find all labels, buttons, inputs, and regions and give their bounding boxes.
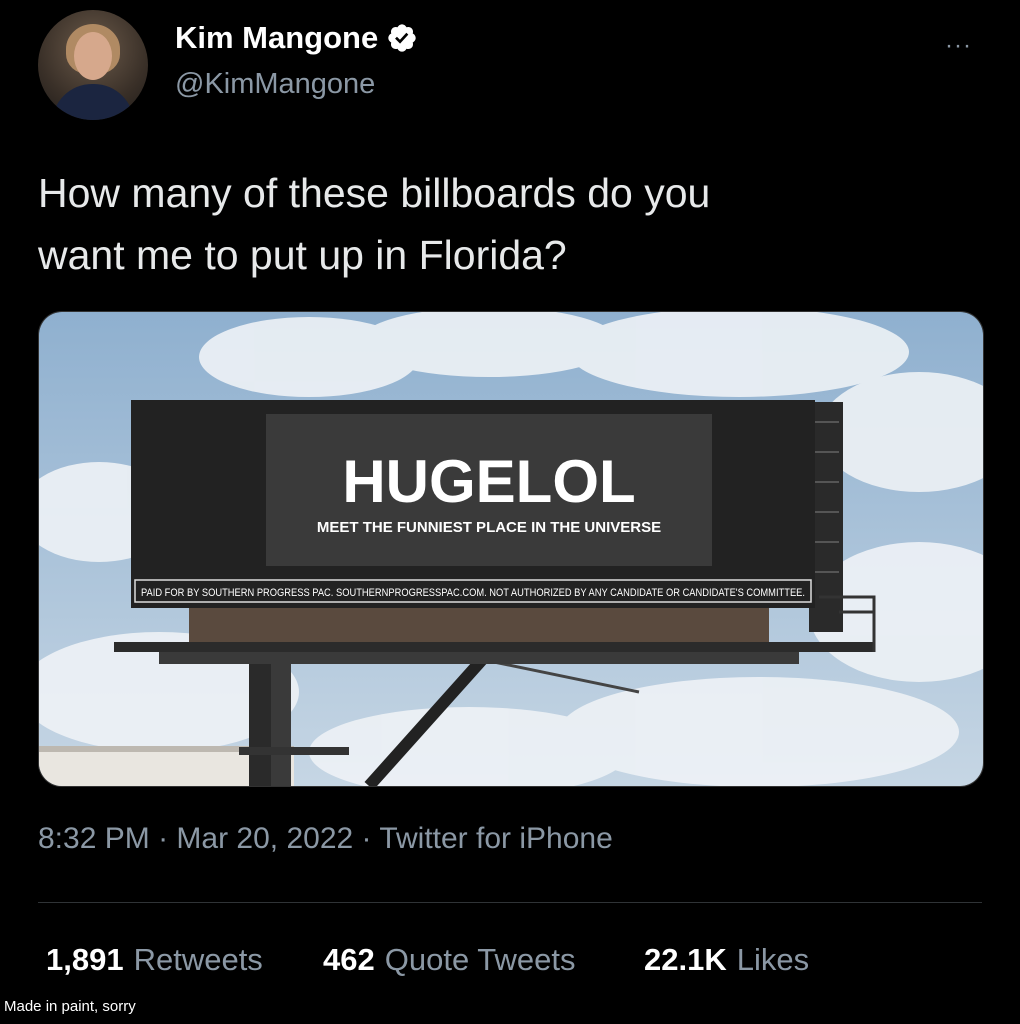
author-name-row[interactable]: Kim Mangone [175,20,418,56]
stats-divider [38,902,982,903]
tweet-time[interactable]: 8:32 PM [38,822,150,855]
avatar-face [74,32,112,80]
likes-stat[interactable]: 22.1K Likes [644,942,809,978]
tweet-date[interactable]: Mar 20, 2022 [176,822,353,855]
quote-tweets-stat[interactable]: 462 Quote Tweets [323,942,575,978]
likes-count: 22.1K [644,942,727,977]
tweet-text-line-2: want me to put up in Florida? [38,232,567,278]
tweet-text-line-1: How many of these billboards do you [38,170,711,216]
tweet-media-photo[interactable]: HUGELOL MEET THE FUNNIEST PLACE IN THE U… [38,311,984,787]
image-caption: Made in paint, sorry [4,998,136,1015]
retweets-count: 1,891 [46,942,124,977]
meta-separator-1: · [149,822,177,855]
author-avatar[interactable] [38,10,148,120]
billboard-photo: HUGELOL MEET THE FUNNIEST PLACE IN THE U… [39,312,983,786]
retweets-stat[interactable]: 1,891 Retweets [46,942,263,978]
billboard-disclaimer: PAID FOR BY SOUTHERN PROGRESS PAC. SOUTH… [141,587,805,599]
quote-tweets-label: Quote Tweets [384,942,576,977]
tweet-source[interactable]: Twitter for iPhone [379,822,612,855]
quote-tweets-count: 462 [323,942,375,977]
tweet-text: How many of these billboards do you want… [38,162,968,286]
more-options-icon[interactable]: ··· [945,32,972,60]
billboard-title: HUGELOL [342,448,635,515]
avatar-body [52,84,134,120]
billboard-subtitle: MEET THE FUNNIEST PLACE IN THE UNIVERSE [317,519,661,536]
author-name[interactable]: Kim Mangone [175,20,378,56]
verified-badge-icon [388,24,416,52]
likes-label: Likes [736,942,810,977]
author-handle[interactable]: @KimMangone [175,68,375,101]
tweet-meta: 8:32 PM · Mar 20, 2022 · Twitter for iPh… [38,822,613,856]
retweets-label: Retweets [133,942,263,977]
meta-separator-2: · [353,822,380,855]
